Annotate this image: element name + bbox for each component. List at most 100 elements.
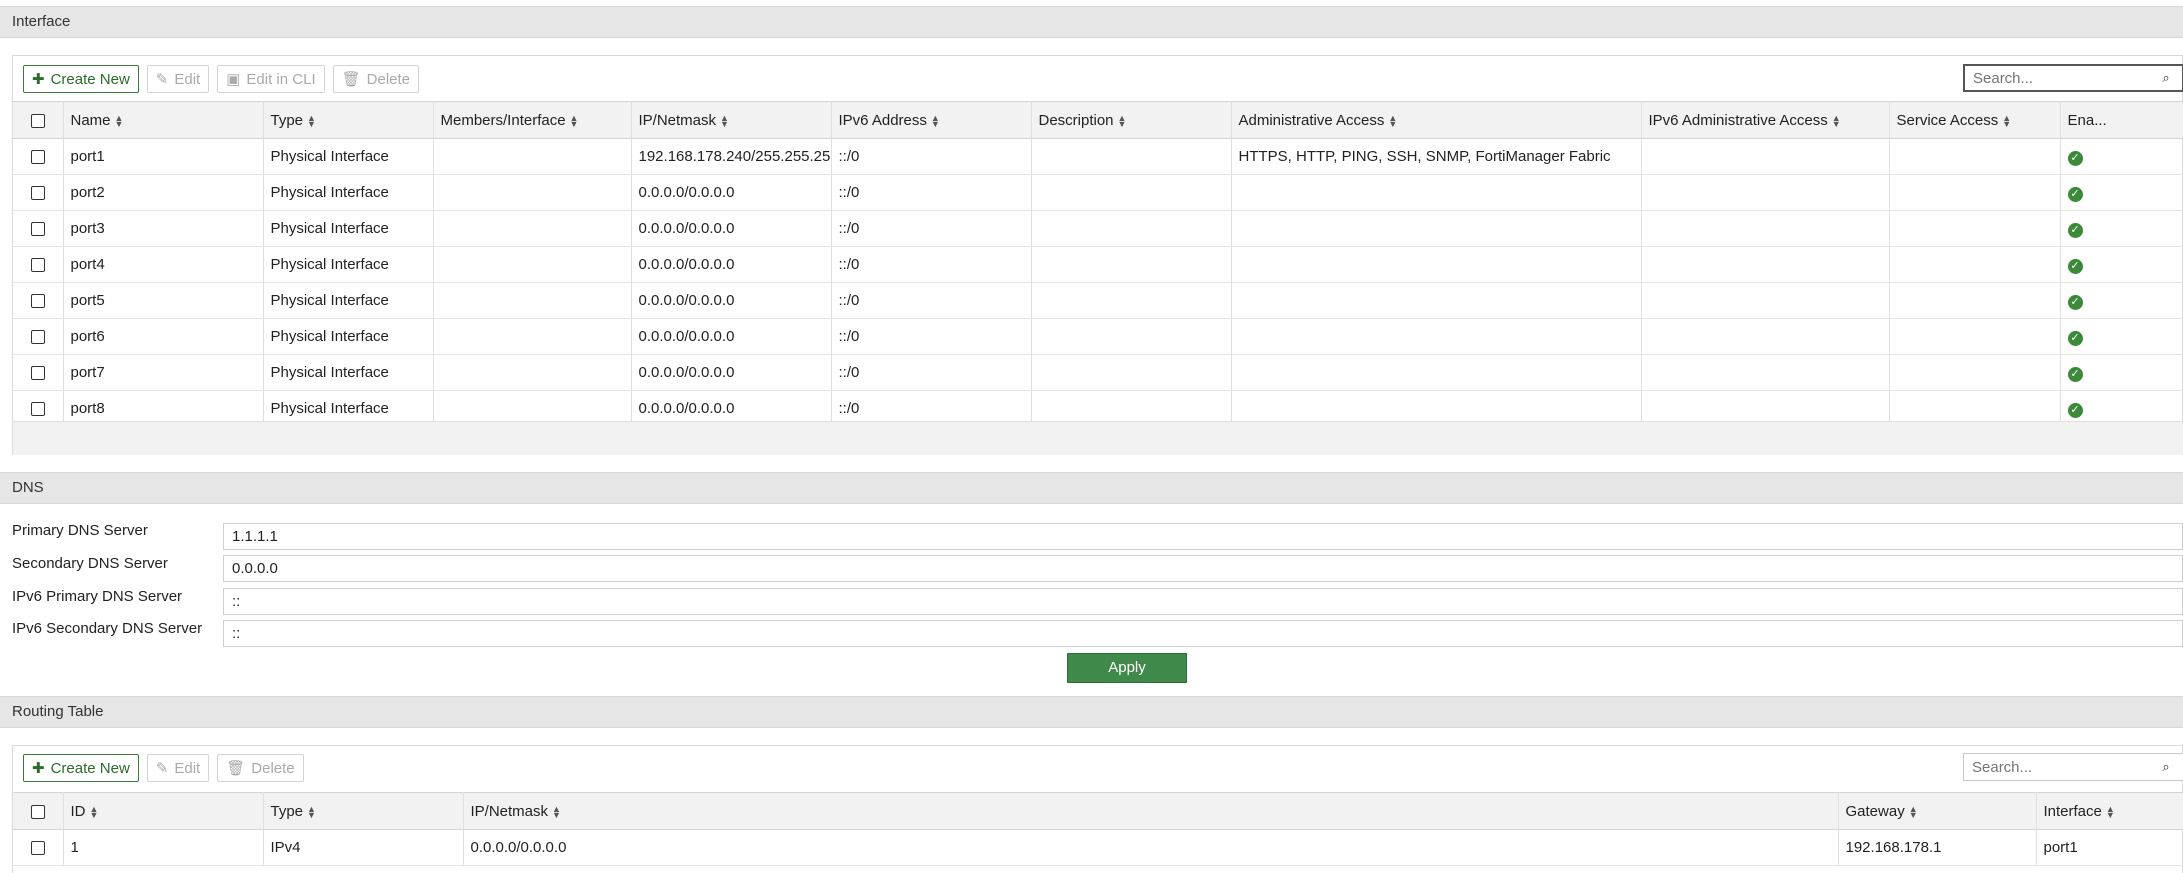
table-row[interactable]: port4 Physical Interface 0.0.0.0/0.0.0.0::… xyxy=(13,246,2183,283)
search-icon[interactable]: ⌕ xyxy=(2159,71,2173,85)
col-description[interactable]: Description ▲ ▼ xyxy=(1031,101,1232,139)
check-circle-icon: ✓ xyxy=(2067,330,2083,346)
iface-service-access xyxy=(1889,282,2061,319)
col-ip[interactable]: IP/Netmask ▲ ▼ xyxy=(631,101,832,139)
iface-members xyxy=(433,282,632,319)
col-service-access[interactable]: Service Access ▲ ▼ xyxy=(1889,101,2061,139)
plus-icon: ✚ xyxy=(32,759,45,777)
col-gateway[interactable]: Gateway ▲ ▼ xyxy=(1838,792,2037,830)
primary-dns-input[interactable]: 1.1.1.1 xyxy=(223,523,2183,550)
row-checkbox[interactable] xyxy=(30,222,45,237)
edit-icon: ✎ xyxy=(155,70,169,88)
interface-search-input[interactable] xyxy=(1963,64,2183,92)
ipv6-primary-dns-label: IPv6 Primary DNS Server xyxy=(12,588,183,605)
col-members[interactable]: Members/Interface ▲ ▼ xyxy=(433,101,632,139)
edit-button[interactable]: ✎ Edit xyxy=(146,65,210,93)
routing-table-header: ID ▲ ▼ Type ▲ ▼ IP/Netmask ▲ ▼ Gateway ▲ ▼ Inter… xyxy=(13,792,2183,830)
interface-table-footer xyxy=(13,421,2183,455)
row-checkbox[interactable] xyxy=(30,402,45,417)
sort-icon: ▲ ▼ xyxy=(307,112,316,129)
iface-description xyxy=(1031,318,1232,355)
row-checkbox[interactable] xyxy=(30,294,45,309)
table-row[interactable]: port3 Physical Interface 0.0.0.0/0.0.0.0::… xyxy=(13,210,2183,247)
iface-ipv6-admin xyxy=(1641,282,1890,319)
select-all-checkbox[interactable] xyxy=(30,113,45,128)
sort-icon: ▲ ▼ xyxy=(1831,112,1841,129)
col-enabled[interactable]: Ena... xyxy=(2060,101,2183,139)
col-type[interactable]: Type ▲ ▼ xyxy=(263,101,434,139)
row-checkbox[interactable] xyxy=(30,186,45,201)
col-ip-label: IP/Netmask xyxy=(638,111,717,129)
col-ipv6-label: IPv6 Address xyxy=(838,111,927,129)
plus-icon: ✚ xyxy=(32,70,45,88)
primary-dns-label: Primary DNS Server xyxy=(12,522,148,539)
iface-ip: 0.0.0.0/0.0.0.0 xyxy=(631,318,832,355)
route-type: IPv4 xyxy=(263,829,464,866)
iface-admin-access xyxy=(1231,210,1642,247)
route-edit-button[interactable]: ✎ Edit xyxy=(146,754,210,782)
iface-service-access xyxy=(1889,210,2061,247)
create-new-label: Create New xyxy=(50,70,130,88)
iface-type: Physical Interface xyxy=(263,282,434,319)
row-checkbox[interactable] xyxy=(30,366,45,381)
iface-service-access xyxy=(1889,174,2061,211)
row-checkbox[interactable] xyxy=(30,150,45,165)
col-ipv6-admin[interactable]: IPv6 Administrative Access ▲ ▼ xyxy=(1641,101,1890,139)
col-members-label: Members/Interface xyxy=(440,111,566,129)
ipv6-primary-dns-input[interactable]: :: xyxy=(223,588,2183,615)
routing-section-title: Routing Table xyxy=(12,703,104,720)
select-all-cell xyxy=(13,101,64,139)
routing-search-input[interactable] xyxy=(1963,753,2183,781)
iface-ipv6-admin xyxy=(1641,210,1890,247)
route-create-new-button[interactable]: ✚ Create New xyxy=(23,754,139,782)
sort-icon: ▲ ▼ xyxy=(307,803,316,820)
iface-enabled: ✓ xyxy=(2060,282,2183,319)
table-row[interactable]: port5 Physical Interface 0.0.0.0/0.0.0.0::… xyxy=(13,282,2183,319)
row-checkbox[interactable] xyxy=(30,841,45,856)
table-row[interactable]: port1 Physical Interface 192.168.178.240/2… xyxy=(13,138,2183,175)
table-row[interactable]: port6 Physical Interface 0.0.0.0/0.0.0.0::… xyxy=(13,318,2183,355)
col-interface[interactable]: Interface ▲ ▼ xyxy=(2036,792,2183,830)
table-row[interactable]: port2 Physical Interface 0.0.0.0/0.0.0.0::… xyxy=(13,174,2183,211)
col-name[interactable]: Name ▲ ▼ xyxy=(63,101,264,139)
iface-description xyxy=(1031,138,1232,175)
col-name-label: Name xyxy=(70,111,111,129)
apply-button[interactable]: Apply xyxy=(1067,653,1187,683)
row-checkbox[interactable] xyxy=(30,330,45,345)
interface-section-header: Interface xyxy=(0,6,2183,38)
col-ipv6[interactable]: IPv6 Address ▲ ▼ xyxy=(831,101,1032,139)
route-interface: port1 xyxy=(2036,829,2183,866)
table-row[interactable]: port7 Physical Interface 0.0.0.0/0.0.0.0::… xyxy=(13,354,2183,391)
ipv6-secondary-dns-input[interactable]: :: xyxy=(223,620,2183,647)
col-admin-access[interactable]: Administrative Access ▲ ▼ xyxy=(1231,101,1642,139)
col-route-type-label: Type xyxy=(270,802,304,820)
route-create-new-label: Create New xyxy=(50,759,130,777)
iface-admin-access xyxy=(1231,354,1642,391)
route-delete-button[interactable]: 🗑 Delete xyxy=(217,754,304,782)
col-id[interactable]: ID ▲ ▼ xyxy=(63,792,264,830)
check-circle-icon: ✓ xyxy=(2067,402,2083,418)
delete-button[interactable]: 🗑 Delete xyxy=(332,65,420,93)
sort-icon: ▲ ▼ xyxy=(114,112,124,129)
iface-enabled: ✓ xyxy=(2060,210,2183,247)
iface-members xyxy=(433,354,632,391)
interface-table: Name ▲ ▼ Type ▲ ▼ Members/Interface ▲ ▼ IP/Net… xyxy=(13,101,2183,427)
create-new-button[interactable]: ✚ Create New xyxy=(23,65,139,93)
iface-admin-access: HTTPS, HTTP, PING, SSH, SNMP, FortiManag… xyxy=(1231,138,1642,175)
route-select-all-checkbox[interactable] xyxy=(30,804,45,819)
check-circle-icon: ✓ xyxy=(2067,150,2083,166)
row-checkbox[interactable] xyxy=(30,258,45,273)
secondary-dns-input[interactable]: 0.0.0.0 xyxy=(223,555,2183,582)
col-route-type[interactable]: Type ▲ ▼ xyxy=(263,792,464,830)
edit-in-cli-button[interactable]: ▣ Edit in CLI xyxy=(217,65,325,93)
col-route-ip[interactable]: IP/Netmask ▲ ▼ xyxy=(463,792,1839,830)
table-row[interactable]: 1 IPv4 0.0.0.0/0.0.0.0 192.168.178.1 por… xyxy=(13,829,2183,866)
iface-ip: 192.168.178.240/255.255.255.0 xyxy=(631,138,832,175)
search-icon[interactable]: ⌕ xyxy=(2159,760,2173,774)
iface-members xyxy=(433,138,632,175)
row-select-cell xyxy=(13,829,64,866)
secondary-dns-label: Secondary DNS Server xyxy=(12,555,168,572)
iface-ipv6: ::/0 xyxy=(831,318,1032,355)
iface-type: Physical Interface xyxy=(263,246,434,283)
edit-label: Edit xyxy=(174,70,201,88)
